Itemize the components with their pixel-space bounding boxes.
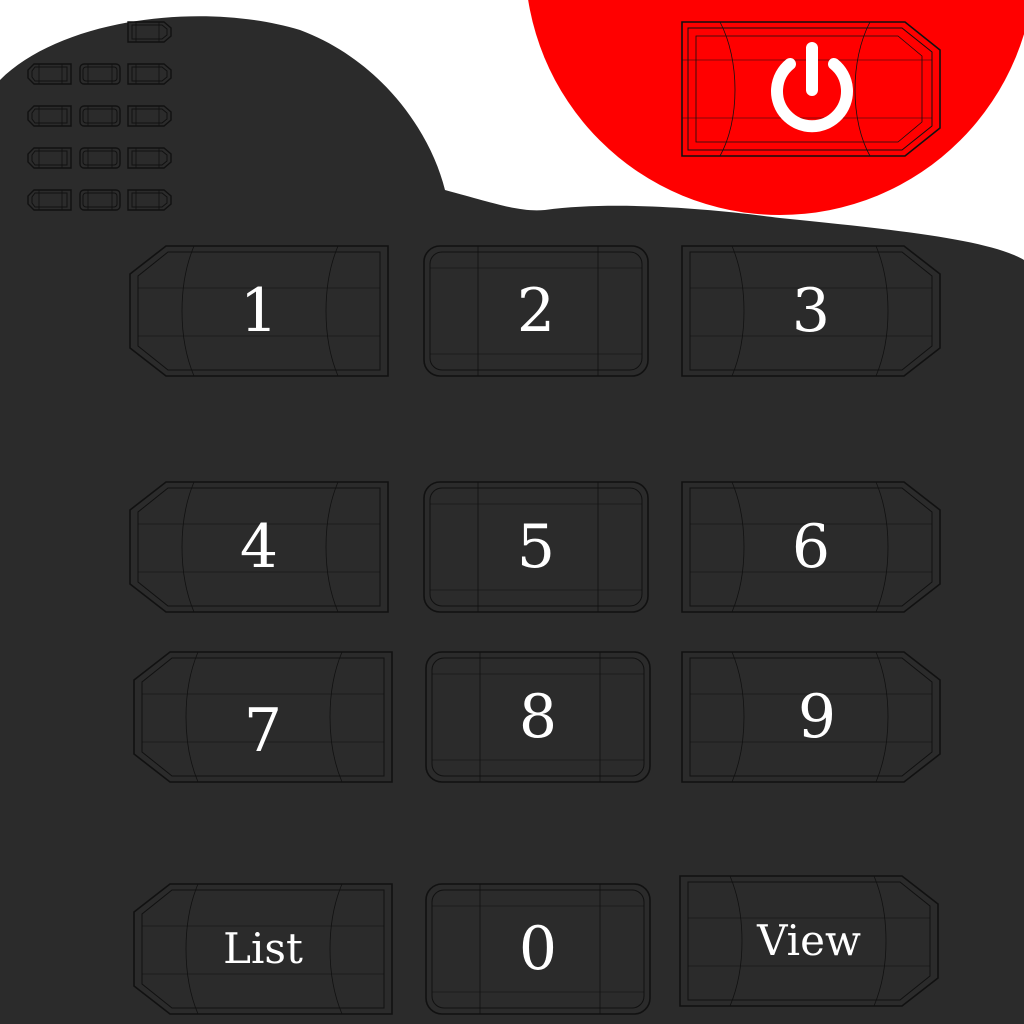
key-0[interactable]: 0 [424,882,652,1016]
key-1-label: 1 [239,276,279,346]
key-2[interactable]: 2 [422,244,650,378]
key-8-label: 8 [518,682,558,752]
key-9-label: 9 [797,682,837,752]
key-9[interactable]: 9 [680,650,942,784]
mini-key[interactable] [27,104,73,128]
key-5[interactable]: 5 [422,480,650,614]
key-6-label: 6 [791,512,831,582]
mini-key[interactable] [126,20,172,44]
mini-key[interactable] [79,104,121,128]
key-4-label: 4 [239,512,279,582]
key-7-label: 7 [243,696,283,766]
key-2-label: 2 [516,276,556,346]
mini-key[interactable] [126,146,172,170]
list-button[interactable]: List [132,882,394,1016]
mini-key[interactable] [79,146,121,170]
power-icon [771,42,853,133]
key-4[interactable]: 4 [128,480,390,614]
key-5-label: 5 [516,512,556,582]
view-button[interactable]: View [678,874,940,1008]
view-button-label: View [757,916,861,965]
mini-key[interactable] [27,188,73,212]
key-8[interactable]: 8 [424,650,652,784]
power-button[interactable] [680,20,942,158]
key-6[interactable]: 6 [680,480,942,614]
mini-key[interactable] [126,104,172,128]
mini-key[interactable] [27,146,73,170]
key-0-label: 0 [518,914,558,984]
mini-key[interactable] [126,188,172,212]
key-3-label: 3 [791,276,831,346]
key-1[interactable]: 1 [128,244,390,378]
mini-key[interactable] [79,62,121,86]
mini-key[interactable] [27,62,73,86]
key-7[interactable]: 7 [132,650,394,784]
mini-key[interactable] [79,188,121,212]
key-3[interactable]: 3 [680,244,942,378]
mini-key[interactable] [126,62,172,86]
list-button-label: List [223,924,303,973]
